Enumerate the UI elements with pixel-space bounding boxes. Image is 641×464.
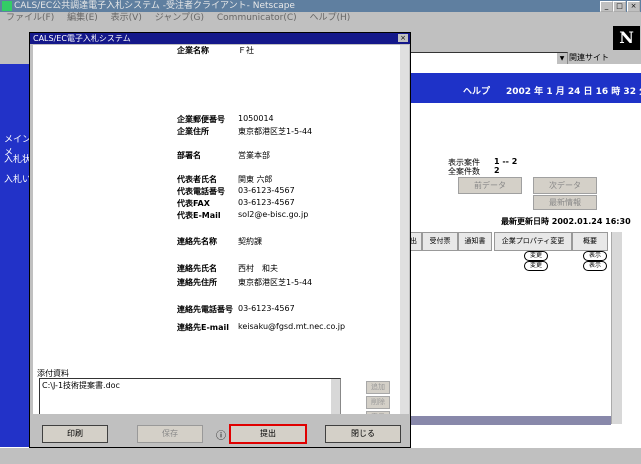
column-header-receipt: 受付票 [422,232,458,251]
nav-item-bid-status[interactable]: 入札状 [4,152,31,165]
menu-file[interactable]: ファイル(F) [6,13,54,23]
field-value: 03-6123-4567 [238,198,295,207]
shown-cases-value: 1 -- 2 [494,157,518,166]
field-value: 東京都港区芝1-5-44 [238,127,313,136]
help-link[interactable]: ヘルプ [463,84,490,97]
field-value: 営業本部 [238,151,270,160]
info-icon: ⓘ [216,431,226,442]
field-value: 西村 和夫 [238,264,278,273]
next-data-button[interactable]: 次データ [533,177,597,194]
menu-edit[interactable]: 編集(E) [67,13,98,23]
field-label: 連絡先氏名 [177,264,217,273]
page-scrollbar[interactable] [611,232,622,424]
column-header-property-change: 企業プロパティ変更 [494,232,572,251]
total-cases-value: 2 [494,166,500,175]
delete-attachment-button[interactable]: 削除 [366,396,390,409]
field-label: 連絡先E-mail [177,323,230,332]
field-value: 1050014 [238,114,274,123]
menu-view[interactable]: 表示(V) [111,13,142,23]
field-value: 03-6123-4567 [238,304,295,313]
page-header: ヘルプ 2002 年 1 月 24 日 16 時 32 分 [408,73,641,103]
refresh-button[interactable]: 最新情報 [533,195,597,210]
field-label: 連絡先電話番号 [177,305,233,314]
field-value: keisaku@fgsd.mt.nec.co.jp [238,322,346,331]
submit-button[interactable]: 提出 [229,424,307,444]
field-label: 企業名称 [177,46,209,55]
netscape-app-icon [2,1,12,11]
menu-bar: ファイル(F) 編集(E) 表示(V) ジャンプ(G) Communicator… [0,12,641,24]
column-header-summary: 概要 [572,232,608,251]
close-window-button[interactable]: × [627,1,640,12]
nav-item-bid-list[interactable]: 入札い [4,172,31,185]
browser-title: CALS/EC公共調達電子入札システム -受注者クライアント- Netscape [14,1,295,11]
list-item[interactable]: C:\J-1技術提案書.doc [42,380,120,391]
field-label: 企業住所 [177,127,209,136]
field-value: 契約課 [238,237,262,246]
property-change-button[interactable]: 変更 [524,251,548,261]
status-bar [0,447,641,464]
field-label: 連絡先住所 [177,278,217,287]
company-info-dialog: CALS/EC電子入札システム × 企業名称 Ｆ社 企業郵便番号 1050014… [29,32,411,448]
related-sites-label: 関連サイト [569,53,609,62]
case-table: 提出 受付票 通知書 企業プロパティ変更 概要 [398,232,610,251]
menu-go[interactable]: ジャンプ(G) [155,13,204,23]
print-button[interactable]: 印刷 [42,425,108,443]
total-cases-label: 全案件数 [448,167,480,176]
field-value: 関東 六郎 [238,175,273,184]
dialog-title: CALS/EC電子入札システム [33,34,131,43]
page-horizontal-scrollbar[interactable] [408,416,611,425]
dialog-button-bar: 印刷 保存 ⓘ 提出 閉じる [30,414,410,447]
summary-show-button[interactable]: 表示 [583,261,607,271]
prev-data-button[interactable]: 前データ [458,177,522,194]
related-sites-button[interactable]: 関連サイト [569,52,641,64]
field-value: 東京都港区芝1-5-44 [238,278,313,287]
maximize-button[interactable]: □ [613,1,626,12]
field-value: Ｆ社 [238,46,254,55]
minimize-button[interactable]: _ [600,1,613,12]
field-label: 代表FAX [177,199,210,208]
field-label: 連絡先名称 [177,237,217,246]
dialog-title-bar: CALS/EC電子入札システム × [30,33,410,44]
property-change-button[interactable]: 変更 [524,261,548,271]
chevron-down-icon[interactable]: ▼ [557,53,567,64]
summary-show-button[interactable]: 表示 [583,251,607,261]
field-label: 企業郵便番号 [177,115,225,124]
menu-communicator[interactable]: Communicator(C) [217,13,297,23]
menu-help[interactable]: ヘルプ(H) [310,13,351,23]
current-datetime: 2002 年 1 月 24 日 16 時 32 分 [506,87,641,97]
field-label: 代表電話番号 [177,187,225,196]
close-dialog-button[interactable]: 閉じる [325,425,401,443]
field-label: 代表E-Mail [177,211,221,220]
dialog-content: 企業名称 Ｆ社 企業郵便番号 1050014 企業住所 東京都港区芝1-5-44… [33,45,400,426]
browser-title-bar: CALS/EC公共調達電子入札システム -受注者クライアント- Netscape… [0,0,641,12]
save-button[interactable]: 保存 [137,425,203,443]
column-header-notice: 通知書 [458,232,492,251]
field-value: sol2@e-bisc.go.jp [238,210,309,219]
field-label: 代表者氏名 [177,175,217,184]
field-value: 03-6123-4567 [238,186,295,195]
last-updated: 最新更新日時 2002.01.24 16:30 [501,217,631,226]
add-attachment-button[interactable]: 追加 [366,381,390,394]
field-label: 部署名 [177,151,201,160]
dialog-close-icon[interactable]: × [398,34,408,42]
netscape-logo: N [613,26,640,50]
dialog-scrollbar[interactable] [400,45,409,423]
